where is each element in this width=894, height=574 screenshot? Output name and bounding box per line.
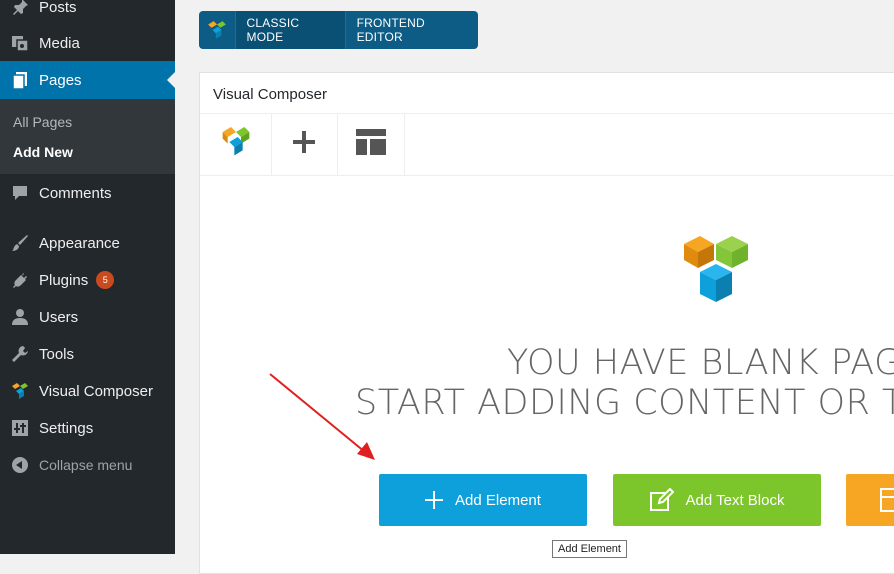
pin-icon [10, 0, 30, 17]
layout-template-icon [355, 129, 386, 160]
vc-logo-icon [10, 381, 30, 401]
classic-mode-button[interactable]: CLASSIC MODE [234, 11, 346, 49]
comment-icon [10, 183, 30, 203]
menu-item-settings[interactable]: Settings [0, 411, 175, 445]
menu-label: Settings [39, 419, 94, 437]
menu-item-plugins[interactable]: Plugins 5 [0, 263, 175, 297]
blank-page-line2: START ADDING CONTENT OR T [355, 383, 894, 423]
collapse-label: Collapse menu [39, 457, 133, 473]
add-element-toolbar-button[interactable] [271, 114, 338, 175]
plus-icon [293, 131, 315, 158]
vc-logo-icon [199, 11, 235, 49]
add-element-button[interactable]: Add Element [379, 474, 587, 526]
collapse-icon [10, 455, 30, 475]
admin-sidebar: Posts Media Pages All Pages Add New Comm… [0, 0, 175, 554]
editor-mode-bar: CLASSIC MODE FRONTEND EDITOR [199, 11, 478, 49]
user-icon [10, 307, 30, 327]
menu-item-media[interactable]: Media [0, 26, 175, 60]
settings-icon [10, 418, 30, 438]
edit-icon [649, 488, 674, 512]
menu-label: Users [39, 308, 79, 326]
add-element-label: Add Element [455, 491, 541, 509]
tooltip: Add Element [552, 540, 627, 558]
menu-item-users[interactable]: Users [0, 300, 175, 334]
template-icon [880, 488, 894, 512]
menu-item-appearance[interactable]: Appearance [0, 226, 175, 260]
menu-item-visual-composer[interactable]: Visual Composer [0, 374, 175, 408]
menu-label: Tools [39, 345, 75, 363]
menu-label: Media [39, 34, 80, 52]
menu-item-tools[interactable]: Tools [0, 337, 175, 371]
add-text-block-button[interactable]: Add Text Block [613, 474, 821, 526]
vc-logo-icon [221, 125, 251, 164]
visual-composer-panel: Visual Composer YOU HAVE BLANK PAG START… [199, 72, 894, 574]
update-count-badge: 5 [96, 271, 115, 289]
frontend-editor-button[interactable]: FRONTEND EDITOR [346, 11, 478, 49]
add-template-button[interactable] [846, 474, 894, 526]
blank-page-line1: YOU HAVE BLANK PAG [507, 343, 894, 383]
collapse-menu-button[interactable]: Collapse menu [0, 448, 175, 482]
plug-icon [10, 270, 30, 290]
menu-label: Visual Composer [39, 382, 153, 400]
plus-icon [425, 491, 444, 509]
vc-large-logo-icon [682, 234, 750, 309]
menu-label: Posts [39, 0, 77, 16]
brush-icon [10, 233, 30, 253]
add-text-block-label: Add Text Block [685, 491, 785, 509]
submenu-all-pages[interactable]: All Pages [13, 114, 72, 130]
templates-toolbar-button[interactable] [337, 114, 405, 175]
pages-icon [10, 70, 30, 90]
vc-logo-button[interactable] [200, 114, 272, 175]
media-icon [10, 33, 30, 53]
menu-item-comments[interactable]: Comments [0, 176, 175, 210]
submenu-add-new[interactable]: Add New [13, 144, 73, 160]
menu-item-pages[interactable]: Pages [0, 61, 175, 99]
wrench-icon [10, 344, 30, 364]
composer-toolbar [200, 114, 894, 176]
menu-label: Plugins [39, 271, 89, 289]
menu-label: Pages [39, 71, 82, 89]
menu-item-posts[interactable]: Posts [0, 0, 175, 24]
panel-title: Visual Composer [213, 86, 327, 103]
annotation-arrow [265, 368, 380, 468]
pages-submenu: All Pages Add New [0, 99, 175, 174]
menu-label: Comments [39, 184, 112, 202]
menu-label: Appearance [39, 234, 120, 252]
